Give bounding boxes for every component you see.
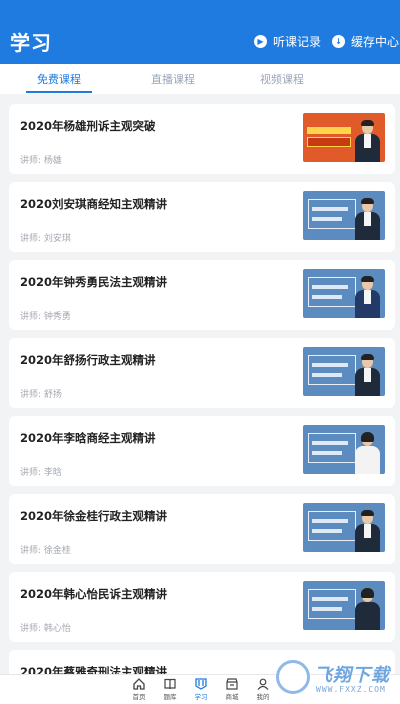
nav-home[interactable]: 首页 (124, 677, 154, 701)
listen-record-button[interactable]: ▶ 听课记录 (254, 33, 321, 50)
course-card[interactable]: 2020刘安琪商经知主观精讲 讲师: 刘安琪 (9, 182, 395, 252)
nav-profile-label: 我的 (256, 693, 270, 701)
course-thumbnail (303, 269, 385, 318)
nav-home-label: 首页 (132, 693, 146, 701)
course-thumbnail (303, 581, 385, 630)
nav-study-label: 学习 (194, 693, 208, 701)
course-title: 2020年舒扬行政主观精讲 (20, 353, 156, 367)
nav-mall[interactable]: 商城 (217, 677, 247, 701)
tab-video-courses[interactable]: 视频课程 (242, 71, 322, 87)
course-title: 2020年钟秀勇民法主观精讲 (20, 275, 168, 289)
course-lecturer: 讲师: 韩心怡 (20, 624, 71, 634)
user-icon (257, 678, 269, 690)
home-icon (133, 678, 145, 690)
nav-question-bank[interactable]: 题库 (155, 677, 185, 701)
play-icon: ▶ (254, 35, 267, 48)
study-icon (195, 678, 207, 690)
course-lecturer: 讲师: 杨雄 (20, 156, 62, 166)
tab-free-courses[interactable]: 免费课程 (19, 71, 99, 87)
site-watermark: 飞翔下载 WWW.FXXZ.COM (276, 659, 400, 699)
course-lecturer: 讲师: 徐金桂 (20, 546, 71, 556)
course-lecturer: 讲师: 李晗 (20, 468, 62, 478)
nav-mall-label: 商城 (225, 693, 239, 701)
watermark-logo-icon (276, 660, 310, 694)
course-thumbnail (303, 425, 385, 474)
nav-profile[interactable]: 我的 (248, 677, 278, 701)
course-title: 2020年李晗商经主观精讲 (20, 431, 156, 445)
course-tabs: 免费课程 直播课程 视频课程 (0, 64, 400, 94)
cache-center-label: 缓存中心 (351, 35, 400, 49)
course-list[interactable]: 2020年杨雄刑诉主观突破 讲师: 杨雄 2020刘安琪商经知主观精讲 讲师: … (0, 104, 400, 674)
course-card[interactable]: 2020年徐金桂行政主观精讲 讲师: 徐金桂 (9, 494, 395, 564)
active-tab-indicator (26, 91, 92, 93)
course-thumbnail (303, 191, 385, 240)
course-card[interactable]: 2020年舒扬行政主观精讲 讲师: 舒扬 (9, 338, 395, 408)
course-thumbnail (303, 113, 385, 162)
page-title: 学习 (10, 31, 52, 55)
watermark-url: WWW.FXXZ.COM (316, 685, 386, 694)
course-thumbnail (303, 503, 385, 552)
course-title: 2020年韩心怡民诉主观精讲 (20, 587, 168, 601)
course-title: 2020年蔡雅奇刑法主观精讲 (20, 665, 168, 674)
course-title: 2020年徐金桂行政主观精讲 (20, 509, 168, 523)
store-icon (226, 678, 238, 690)
course-card[interactable]: 2020年李晗商经主观精讲 讲师: 李晗 (9, 416, 395, 486)
course-title: 2020年杨雄刑诉主观突破 (20, 119, 156, 133)
nav-study[interactable]: 学习 (186, 677, 216, 701)
course-card[interactable]: 2020年钟秀勇民法主观精讲 讲师: 钟秀勇 (9, 260, 395, 330)
app-header: 学习 ▶ 听课记录 ↓ 缓存中心 (0, 0, 400, 64)
course-lecturer: 讲师: 刘安琪 (20, 234, 71, 244)
course-lecturer: 讲师: 钟秀勇 (20, 312, 71, 322)
course-lecturer: 讲师: 舒扬 (20, 390, 62, 400)
course-title: 2020刘安琪商经知主观精讲 (20, 197, 168, 211)
watermark-text: 飞翔下载 (314, 665, 390, 686)
course-card[interactable]: 2020年韩心怡民诉主观精讲 讲师: 韩心怡 (9, 572, 395, 642)
nav-question-bank-label: 题库 (163, 693, 177, 701)
listen-record-label: 听课记录 (273, 35, 322, 49)
course-thumbnail (303, 347, 385, 396)
tab-live-courses[interactable]: 直播课程 (133, 71, 213, 87)
book-icon (164, 678, 176, 690)
cache-center-button[interactable]: ↓ 缓存中心 (332, 33, 399, 50)
course-card[interactable]: 2020年杨雄刑诉主观突破 讲师: 杨雄 (9, 104, 395, 174)
download-icon: ↓ (332, 35, 345, 48)
